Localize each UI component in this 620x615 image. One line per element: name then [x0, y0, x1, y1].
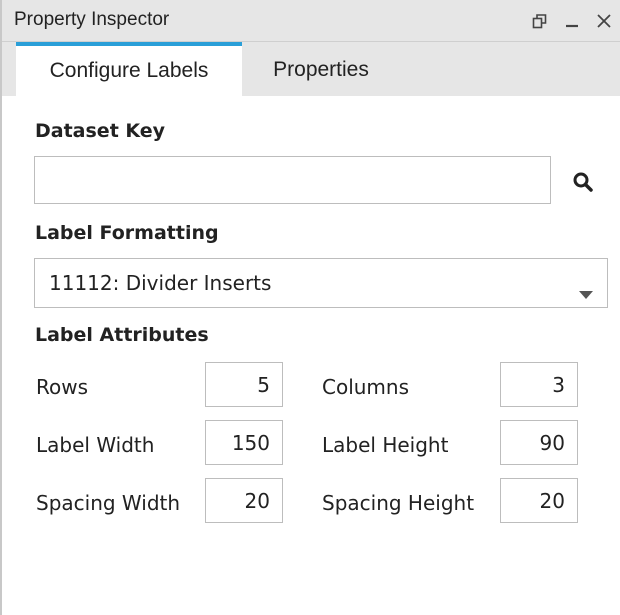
- rows-label: Rows: [36, 375, 89, 399]
- spacing-height-input[interactable]: [500, 478, 578, 523]
- label-width-input[interactable]: [205, 420, 283, 465]
- tab-configure-labels[interactable]: Configure Labels: [16, 42, 242, 96]
- rows-input[interactable]: [205, 362, 283, 407]
- tab-bar: Configure Labels Properties: [2, 42, 620, 96]
- spacing-width-label: Spacing Width: [36, 491, 181, 515]
- panel-title: Property Inspector: [14, 9, 170, 30]
- dataset-key-heading: Dataset Key: [35, 120, 166, 142]
- label-formatting-selected-value: 11112: Divider Inserts: [49, 271, 272, 295]
- restore-icon[interactable]: [530, 9, 550, 33]
- columns-label: Columns: [322, 375, 410, 399]
- tab-properties[interactable]: Properties: [246, 42, 396, 96]
- minimize-icon[interactable]: [562, 9, 582, 33]
- spacing-height-label: Spacing Height: [322, 491, 475, 515]
- configure-labels-content: Dataset Key Label Formatting 11112: Divi…: [2, 96, 620, 615]
- search-icon[interactable]: [568, 167, 598, 197]
- caret-down-icon: [579, 281, 593, 305]
- label-formatting-heading: Label Formatting: [35, 222, 219, 244]
- columns-input[interactable]: [500, 362, 578, 407]
- panel-titlebar: Property Inspector: [2, 0, 620, 42]
- spacing-width-input[interactable]: [205, 478, 283, 523]
- label-attributes-heading: Label Attributes: [35, 324, 209, 346]
- label-width-label: Label Width: [36, 433, 155, 457]
- dataset-key-input[interactable]: [34, 156, 551, 204]
- label-height-label: Label Height: [322, 433, 449, 457]
- property-inspector-panel: Property Inspector Configure Labels Prop…: [0, 0, 620, 615]
- label-formatting-select[interactable]: 11112: Divider Inserts: [34, 258, 608, 308]
- close-icon[interactable]: [594, 9, 614, 33]
- window-controls: [530, 6, 614, 36]
- label-height-input[interactable]: [500, 420, 578, 465]
